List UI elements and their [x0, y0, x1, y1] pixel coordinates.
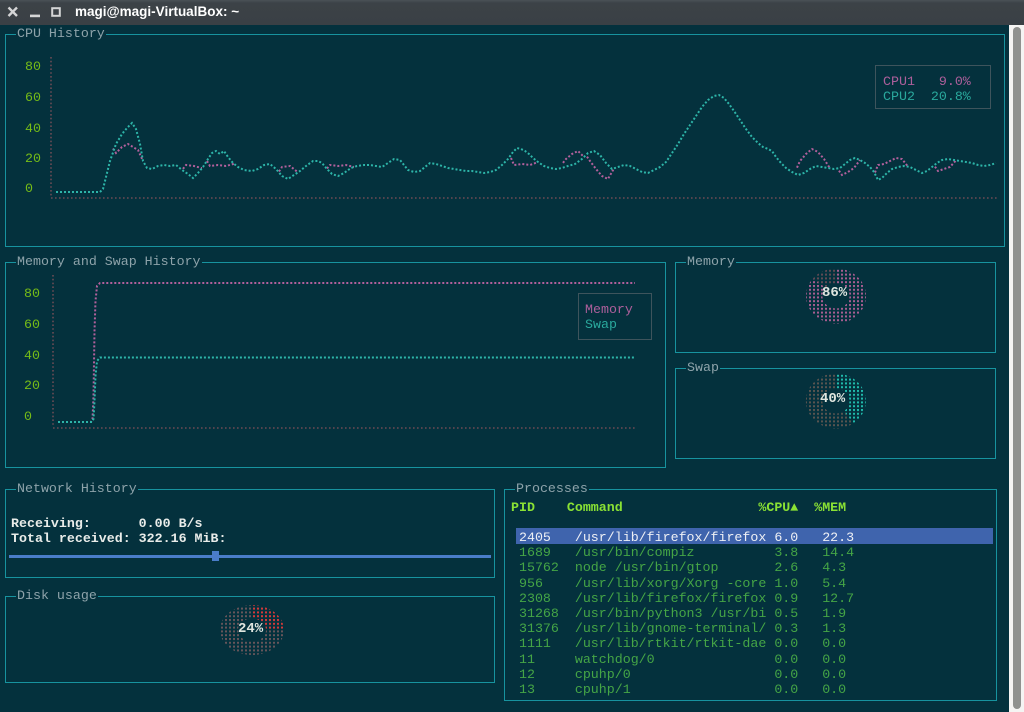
svg-text:80: 80 [25, 59, 41, 74]
svg-text:40: 40 [24, 348, 40, 363]
svg-text:20: 20 [24, 378, 40, 393]
svg-text:20: 20 [25, 151, 41, 166]
svg-text:60: 60 [24, 317, 40, 332]
svg-text:0: 0 [25, 181, 33, 196]
svg-text:40: 40 [25, 121, 41, 136]
svg-text:60: 60 [25, 90, 41, 105]
svg-text:80: 80 [24, 286, 40, 301]
svg-text:0: 0 [24, 409, 32, 424]
